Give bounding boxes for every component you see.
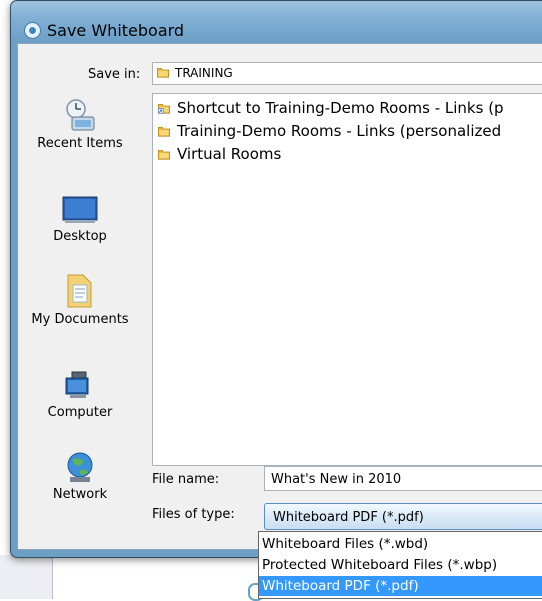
place-label: Computer <box>47 405 113 420</box>
file-name: Training-Demo Rooms - Links (personalize… <box>177 122 502 140</box>
desktop-icon <box>62 196 98 223</box>
place-label: Recent Items <box>37 136 123 151</box>
file-type-option-selected[interactable]: Whiteboard PDF (*.pdf) <box>259 576 542 596</box>
place-label: Desktop <box>53 229 107 244</box>
file-type-label: Files of type: <box>152 507 235 522</box>
file-name: Virtual Rooms <box>177 145 282 163</box>
save-in-value: TRAINING <box>175 66 233 80</box>
computer-icon <box>65 371 89 398</box>
file-name-label: File name: <box>152 472 220 487</box>
app-icon <box>24 22 41 39</box>
folder-shortcut-icon <box>157 104 170 114</box>
place-desktop[interactable]: Desktop <box>27 194 133 245</box>
file-type-option[interactable]: Whiteboard Files (*.wbd) <box>259 534 542 554</box>
place-network[interactable]: Network <box>27 450 133 503</box>
save-whiteboard-dialog: Save Whiteboard Save in: TRAINING Recent… <box>10 0 542 558</box>
save-in-combo[interactable]: TRAINING <box>152 62 542 85</box>
place-computer[interactable]: Computer <box>27 370 133 421</box>
save-in-label: Save in: <box>88 67 141 82</box>
folder-icon <box>157 68 169 78</box>
place-label: My Documents <box>31 312 129 327</box>
title-bar[interactable]: Save Whiteboard <box>11 1 542 43</box>
background-window <box>0 555 53 599</box>
file-name-input[interactable]: What's New in 2010 <box>264 466 542 491</box>
my-documents-icon <box>67 274 92 308</box>
file-type-select[interactable]: Whiteboard PDF (*.pdf) <box>264 503 542 530</box>
window-title: Save Whiteboard <box>47 21 185 40</box>
place-my-documents[interactable]: My Documents <box>27 271 133 328</box>
file-type-dropdown: Whiteboard Files (*.wbd) Protected White… <box>258 531 542 599</box>
recent-items-icon <box>66 99 95 131</box>
place-recent-items[interactable]: Recent Items <box>27 97 133 152</box>
network-icon <box>67 452 93 482</box>
file-type-option[interactable]: Protected Whiteboard Files (*.wbp) <box>259 555 542 575</box>
folder-icon <box>158 150 170 160</box>
folder-icon <box>158 127 170 137</box>
places-bar: Recent Items Desktop My Documents Comput… <box>27 97 145 542</box>
file-name: Shortcut to Training-Demo Rooms - Links … <box>177 99 504 117</box>
place-label: Network <box>52 487 108 502</box>
dialog-body: Save in: TRAINING Recent Items Desktop M… <box>17 43 542 550</box>
file-list[interactable]: Shortcut to Training-Demo Rooms - Links … <box>152 93 542 466</box>
